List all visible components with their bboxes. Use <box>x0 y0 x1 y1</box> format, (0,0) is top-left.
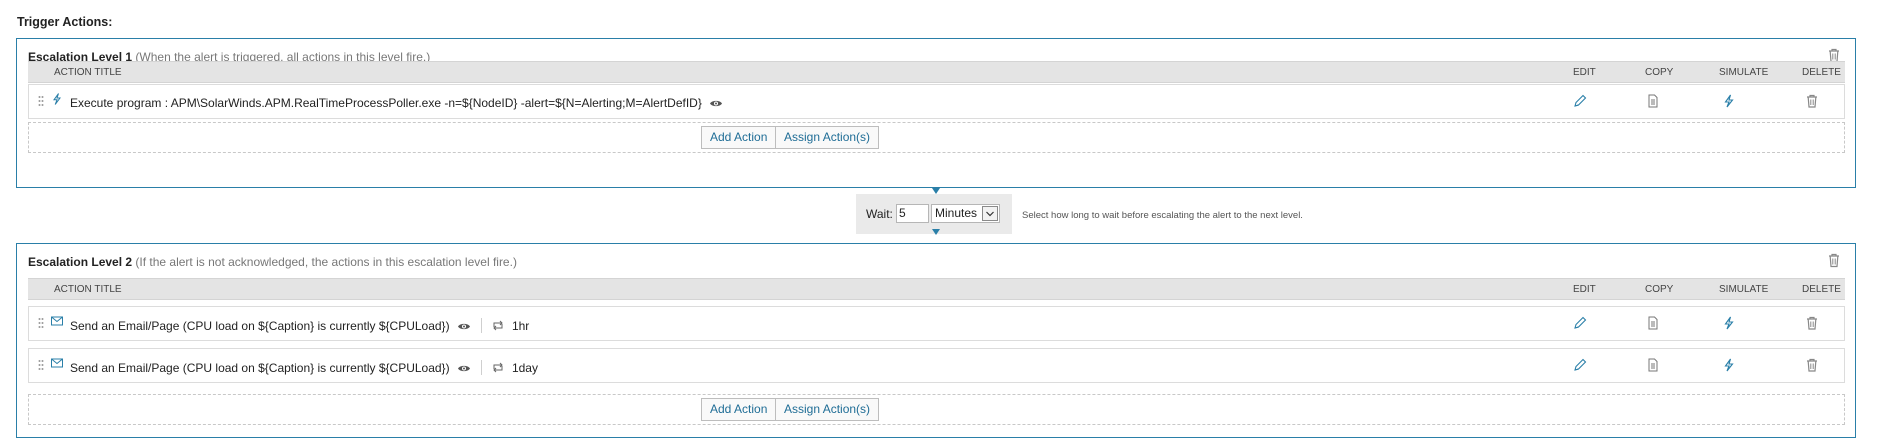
repeat-interval: 1day <box>511 361 538 375</box>
column-delete: DELETE <box>1802 67 1841 78</box>
eye-icon[interactable] <box>457 364 471 373</box>
eye-icon[interactable] <box>457 322 471 331</box>
level-2-name: Escalation Level 2 <box>28 255 133 269</box>
pencil-icon[interactable] <box>1573 358 1587 372</box>
level-2-description: (If the alert is not acknowledged, the a… <box>135 255 517 269</box>
escalation-level-1: Escalation Level 1 (When the alert is tr… <box>16 38 1856 188</box>
flow-arrow-icon <box>932 229 940 235</box>
wait-unit-value: Minutes <box>935 206 978 220</box>
add-action-button[interactable]: Add Action <box>701 126 777 149</box>
pencil-icon[interactable] <box>1573 94 1587 108</box>
column-edit: EDIT <box>1573 284 1596 295</box>
repeat-icon <box>492 362 503 373</box>
column-copy: COPY <box>1645 67 1674 78</box>
add-action-button[interactable]: Add Action <box>701 398 777 421</box>
lightning-icon[interactable] <box>1722 358 1736 372</box>
action-title: Send an Email/Page (CPU load on ${Captio… <box>70 361 450 375</box>
chevron-down-icon[interactable] <box>982 206 998 221</box>
column-simulate: SIMULATE <box>1719 284 1769 295</box>
lightning-icon <box>53 93 61 105</box>
wait-duration-input[interactable]: 5 <box>896 204 929 223</box>
drag-handle-icon[interactable] <box>38 95 44 107</box>
action-title: Execute program : APM\SolarWinds.APM.Rea… <box>70 96 702 110</box>
column-edit: EDIT <box>1573 67 1596 78</box>
action-title: Send an Email/Page (CPU load on ${Captio… <box>70 319 450 333</box>
column-action-title: ACTION TITLE <box>54 67 122 78</box>
eye-icon[interactable] <box>709 99 723 108</box>
separator <box>481 318 483 333</box>
envelope-icon <box>51 358 63 368</box>
trash-icon[interactable] <box>1805 94 1819 108</box>
separator <box>481 360 483 375</box>
escalation-level-2: Escalation Level 2 (If the alert is not … <box>16 243 1856 438</box>
wait-panel: Wait: 5 Minutes <box>856 194 1012 234</box>
copy-document-icon[interactable] <box>1646 358 1660 372</box>
lightning-icon[interactable] <box>1722 316 1736 330</box>
column-action-title: ACTION TITLE <box>54 284 122 295</box>
repeat-interval: 1hr <box>511 319 530 333</box>
wait-hint: Select how long to wait before escalatin… <box>1022 210 1303 221</box>
column-copy: COPY <box>1645 284 1674 295</box>
copy-document-icon[interactable] <box>1646 316 1660 330</box>
actions-table-header: ACTION TITLE EDIT COPY SIMULATE DELETE <box>28 278 1845 300</box>
copy-document-icon[interactable] <box>1646 94 1660 108</box>
column-delete: DELETE <box>1802 284 1841 295</box>
wait-label: Wait: <box>866 207 893 221</box>
repeat-icon <box>492 320 503 331</box>
assign-actions-button[interactable]: Assign Action(s) <box>775 398 880 421</box>
pencil-icon[interactable] <box>1573 316 1587 330</box>
wait-unit-select[interactable]: Minutes <box>931 204 1000 223</box>
level-2-heading: Escalation Level 2 (If the alert is not … <box>28 255 517 269</box>
action-row[interactable]: Execute program : APM\SolarWinds.APM.Rea… <box>28 84 1845 119</box>
lightning-icon[interactable] <box>1722 94 1736 108</box>
actions-table-header: ACTION TITLE EDIT COPY SIMULATE DELETE <box>28 61 1845 83</box>
assign-actions-button[interactable]: Assign Action(s) <box>775 126 880 149</box>
trash-icon[interactable] <box>1805 316 1819 330</box>
action-drop-zone: Add Action Assign Action(s) <box>28 122 1845 153</box>
drag-handle-icon[interactable] <box>38 317 44 329</box>
trash-icon[interactable] <box>1827 253 1841 268</box>
trash-icon[interactable] <box>1805 358 1819 372</box>
envelope-icon <box>51 316 63 326</box>
page-title: Trigger Actions: <box>17 15 113 29</box>
action-row[interactable]: Send an Email/Page (CPU load on ${Captio… <box>28 348 1845 383</box>
action-row[interactable]: Send an Email/Page (CPU load on ${Captio… <box>28 306 1845 341</box>
column-simulate: SIMULATE <box>1719 67 1769 78</box>
drag-handle-icon[interactable] <box>38 359 44 371</box>
action-drop-zone: Add Action Assign Action(s) <box>28 394 1845 425</box>
